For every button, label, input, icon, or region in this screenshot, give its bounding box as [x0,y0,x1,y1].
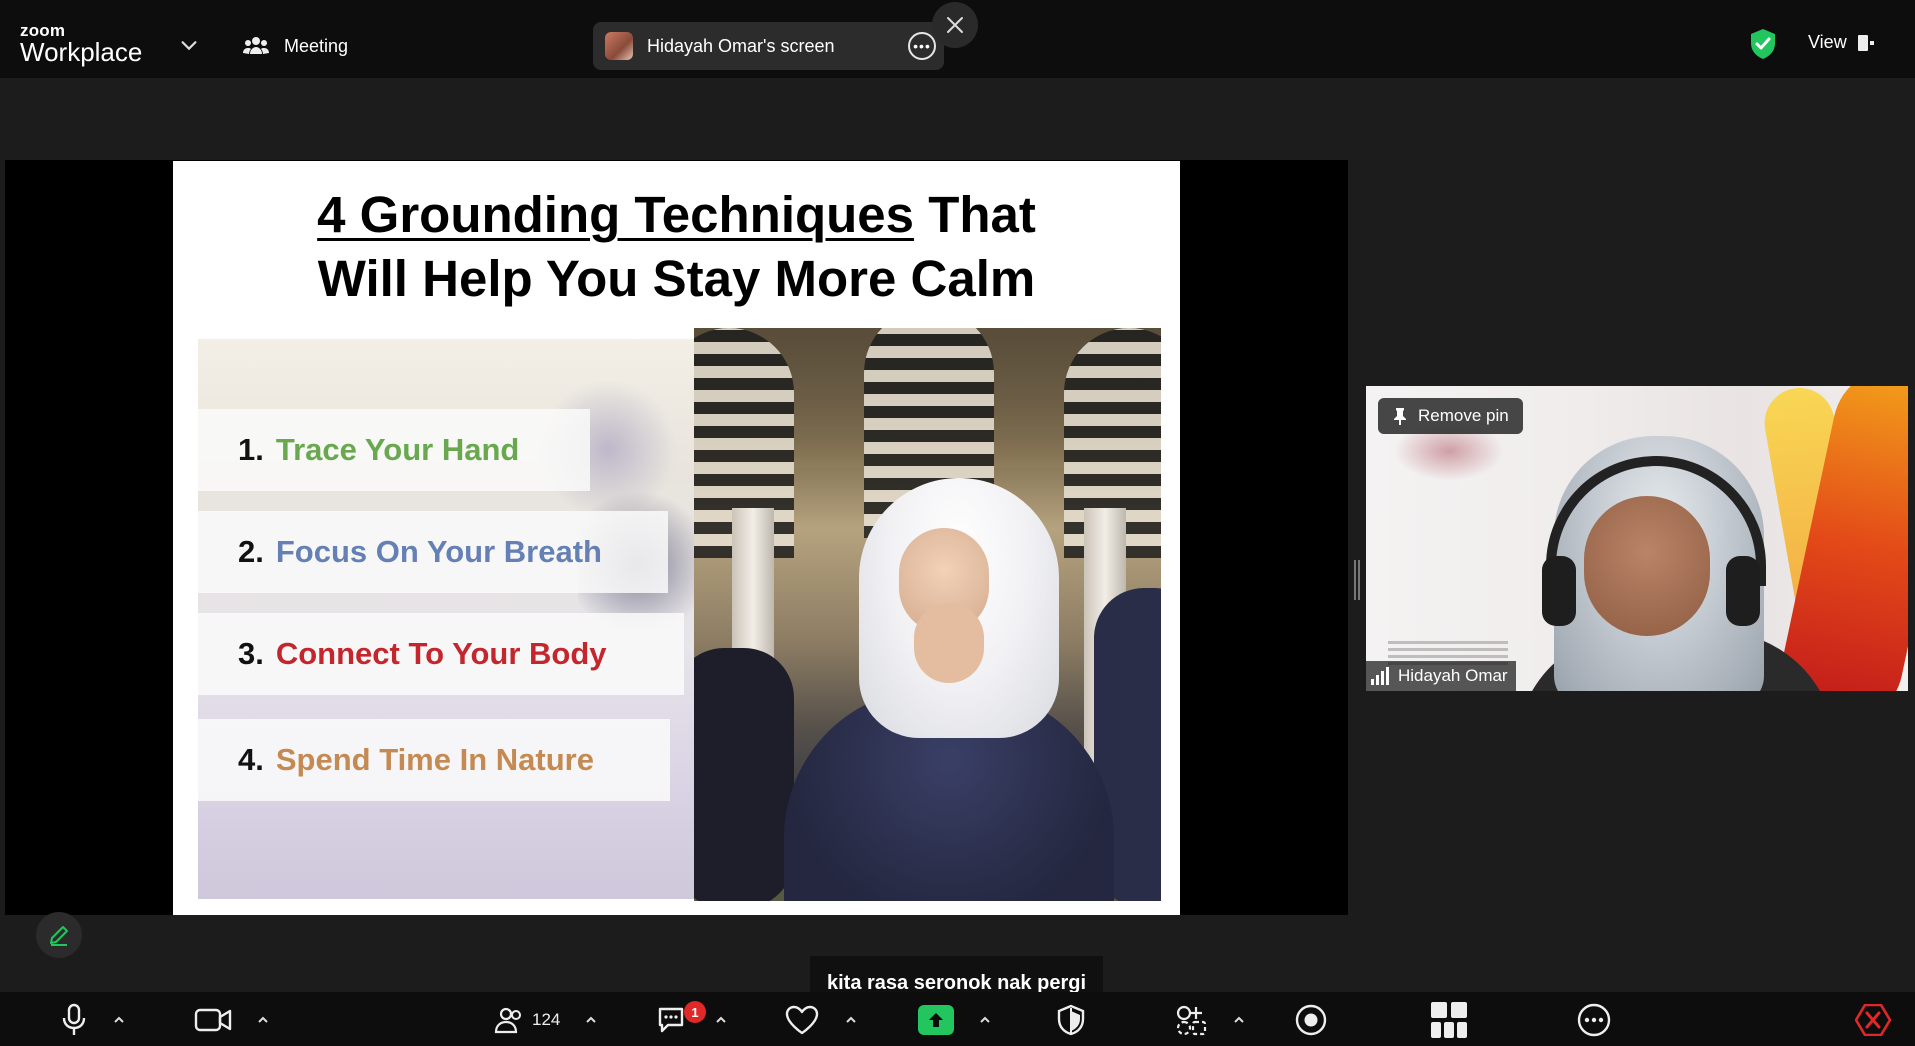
chat-unread-badge: 1 [684,1001,706,1023]
annotate-button[interactable] [36,912,82,958]
technique-label: Spend Time In Nature [275,742,594,777]
end-meeting-button[interactable] [1854,1003,1892,1037]
record-icon [1295,1004,1327,1036]
chevron-up-icon[interactable] [1232,1013,1246,1027]
zoom-workplace-logo: zoom Workplace [20,22,142,65]
share-screen-button[interactable] [918,1000,992,1040]
remove-pin-button[interactable]: Remove pin [1378,398,1523,434]
technique-label: Focus On Your Breath [275,534,602,569]
technique-item: 1. Trace Your Hand [198,409,590,491]
mute-button[interactable] [60,1000,126,1040]
close-share-view-button[interactable] [932,2,978,48]
signal-icon [1371,667,1389,685]
top-bar: zoom Workplace Meeting Hidayah Omar's sc… [0,0,1915,78]
heart-icon [785,1005,819,1035]
technique-label: Trace Your Hand [275,432,520,467]
people-icon [243,37,269,54]
record-button[interactable] [1294,1000,1328,1040]
reactions-button[interactable] [784,1000,858,1040]
participants-button[interactable]: 124 [494,1000,598,1040]
video-camera-icon [194,1008,232,1032]
participants-count: 124 [532,1010,561,1029]
technique-number: 1. [238,432,264,467]
view-label: View [1808,32,1847,52]
shield-icon [1057,1004,1085,1036]
more-button[interactable] [1576,1000,1612,1040]
host-tools-button[interactable] [1056,1000,1086,1040]
technique-number: 4. [238,742,264,777]
photo-person [694,648,794,901]
pin-icon [1394,408,1406,425]
view-layout-icon [1857,34,1874,51]
technique-item: 2. Focus On Your Breath [198,511,668,593]
slide-photo [694,328,1161,901]
chevron-up-icon[interactable] [256,1013,270,1027]
more-icon [1577,1003,1611,1037]
slide-title-underlined: 4 Grounding Techniques [317,186,915,243]
logo-workplace-text: Workplace [20,37,143,67]
layout-button[interactable] [1430,1000,1468,1040]
technique-number: 2. [238,534,264,569]
avatar [605,32,633,60]
pencil-icon [50,926,68,946]
end-call-icon [1854,1003,1892,1037]
participant-name: Hidayah Omar [1398,666,1508,685]
meeting-menu[interactable]: Meeting [242,32,348,60]
view-button[interactable]: View [1808,32,1875,53]
chevron-up-icon[interactable] [584,1013,598,1027]
chat-button[interactable]: 1 [656,1000,728,1040]
chevron-up-icon[interactable] [978,1013,992,1027]
zoom-meeting-window: zoom Workplace Meeting Hidayah Omar's sc… [0,0,1915,1046]
remove-pin-label: Remove pin [1418,406,1509,425]
slide-title-rest: That [914,186,1036,243]
slide-title: 4 Grounding Techniques That Will Help Yo… [173,183,1180,311]
microphone-icon [62,1003,86,1035]
video-button[interactable] [194,1000,270,1040]
chevron-up-icon[interactable] [112,1013,126,1027]
apps-icon [1176,1005,1207,1036]
slide-title-line2: Will Help You Stay More Calm [317,250,1036,307]
chevron-down-icon[interactable] [178,34,200,56]
chevron-up-icon[interactable] [714,1013,728,1027]
more-icon[interactable]: ••• [908,32,936,60]
technique-label: Connect To Your Body [275,636,607,671]
presentation-slide: 4 Grounding Techniques That Will Help Yo… [173,161,1180,915]
meeting-label: Meeting [284,35,349,56]
bottom-toolbar: 124 1 [0,992,1915,1046]
resize-handle[interactable] [1354,560,1360,600]
screen-share-pill[interactable]: Hidayah Omar's screen ••• [593,22,944,70]
apps-button[interactable] [1174,1000,1246,1040]
grid-icon [1431,1002,1467,1038]
screen-share-label: Hidayah Omar's screen [647,35,835,56]
techniques-panel: 1. Trace Your Hand 2. Focus On Your Brea… [198,339,698,899]
technique-item: 4. Spend Time In Nature [198,719,670,801]
photo-person [914,603,984,683]
close-icon [947,17,963,33]
participant-video[interactable]: Remove pin Hidayah Omar [1366,386,1908,691]
participants-icon [494,1007,521,1034]
technique-number: 3. [238,636,264,671]
participant-name-tag: Hidayah Omar [1366,661,1516,691]
headphones [1726,556,1760,626]
chevron-up-icon[interactable] [844,1013,858,1027]
technique-item: 3. Connect To Your Body [198,613,684,695]
shield-check-icon[interactable] [1748,28,1778,60]
share-screen-icon [918,1005,954,1035]
chat-icon-wrap: 1 [656,1001,706,1035]
headphones [1542,556,1576,626]
